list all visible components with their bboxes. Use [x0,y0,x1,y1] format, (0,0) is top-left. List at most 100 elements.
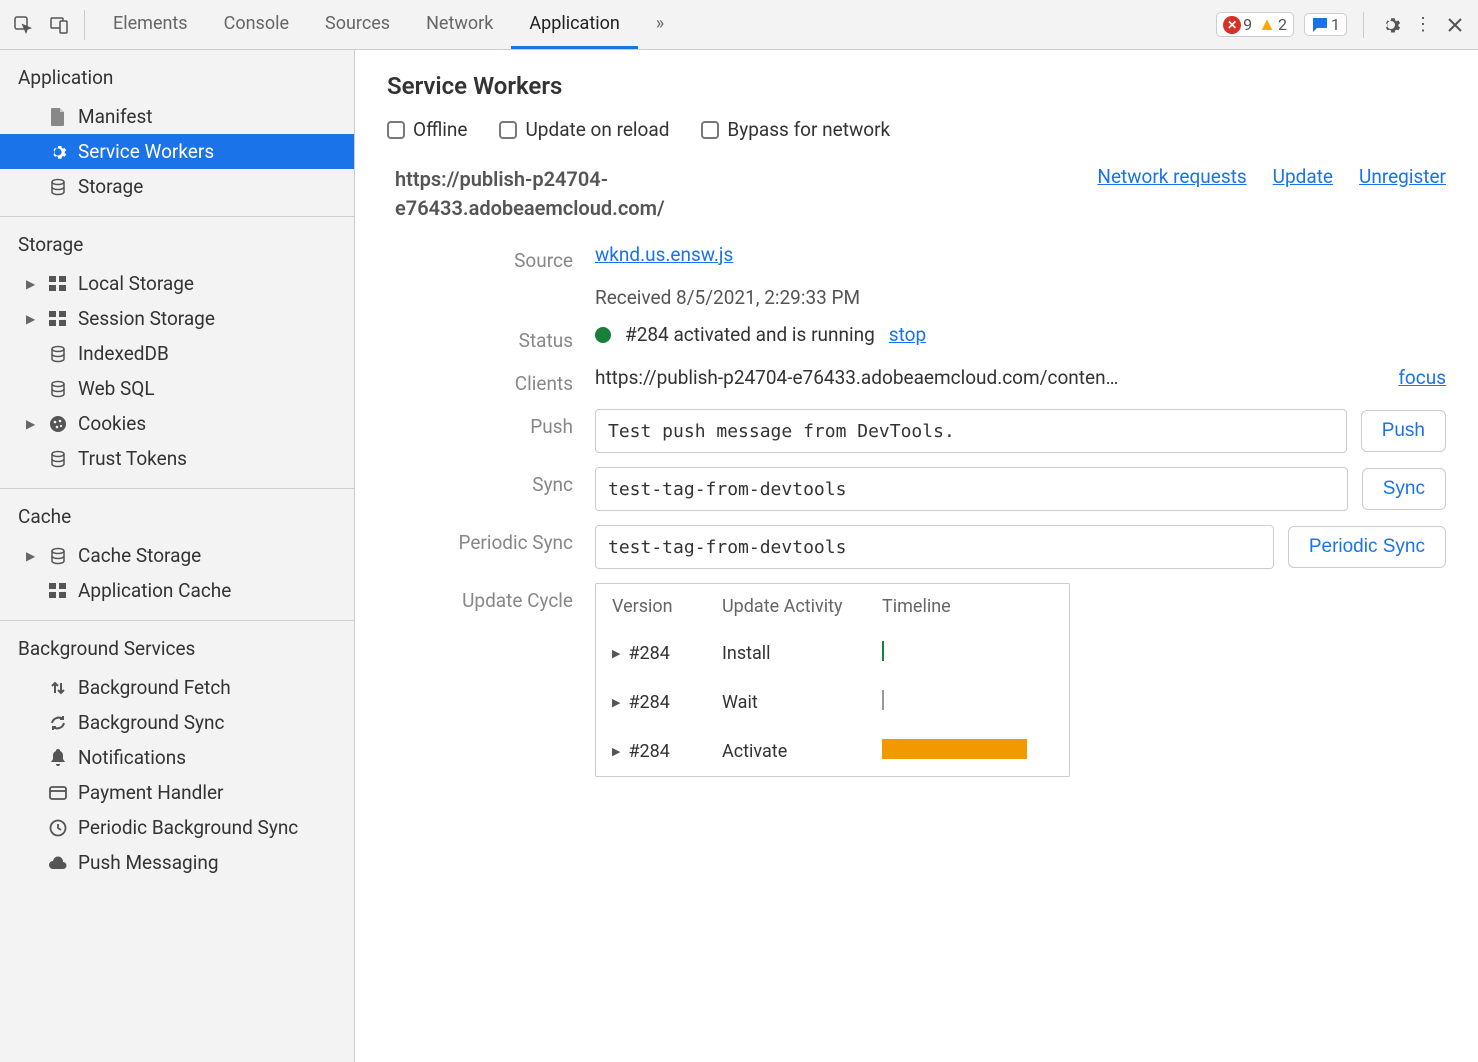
sidebar-item-storage[interactable]: Storage [0,169,354,204]
periodic-sync-button[interactable]: Periodic Sync [1288,526,1446,568]
sidebar-item-label: Notifications [78,746,186,769]
update-cycle-table: Version Update Activity Timeline ▶#284In… [595,583,1070,777]
sidebar-item-payment-handler[interactable]: Payment Handler [0,775,354,810]
checkbox-icon [701,121,719,139]
sidebar-item-session-storage[interactable]: ▶Session Storage [0,301,354,336]
update-cycle-row[interactable]: ▶#284Activate [596,727,1069,776]
expand-arrow-icon: ▶ [26,277,38,291]
timeline-bar-icon [882,739,1027,759]
focus-link[interactable]: focus [1398,366,1446,389]
message-icon [1311,16,1329,34]
update-cycle-row[interactable]: ▶#284Wait [596,678,1069,727]
sidebar-item-manifest[interactable]: Manifest [0,99,354,134]
sync-button[interactable]: Sync [1362,468,1446,510]
uc-timeline [882,690,1053,715]
stop-link[interactable]: stop [889,323,926,346]
messages-badge[interactable]: 1 [1304,13,1347,36]
sidebar-item-notifications[interactable]: Notifications [0,740,354,775]
received-timestamp: Received 8/5/2021, 2:29:33 PM [595,286,1446,309]
uc-header-timeline: Timeline [882,596,1053,617]
sidebar-item-indexeddb[interactable]: IndexedDB [0,336,354,371]
uc-header-activity: Update Activity [722,596,882,617]
uc-header-version: Version [612,596,722,617]
page-title: Service Workers [387,72,1446,100]
origin-url: https://publish-p24704-e76433.adobeaemcl… [395,165,755,223]
error-warning-badge[interactable]: ✕ 9 ▲ 2 [1216,12,1294,37]
unregister-link[interactable]: Unregister [1359,165,1446,188]
source-file-link[interactable]: wknd.us.ensw.js [595,243,733,266]
grid-icon [48,276,68,292]
sidebar-item-local-storage[interactable]: ▶ Local Storage [0,266,354,301]
periodic-sync-input[interactable] [595,525,1274,569]
sidebar-item-label: Web SQL [78,377,155,400]
expand-arrow-icon: ▶ [26,549,38,563]
checkbox-icon [499,121,517,139]
devtools-toolbar: Elements Console Sources Network Applica… [0,0,1478,50]
device-toggle-icon[interactable] [48,14,70,36]
grid-icon [48,583,68,599]
clients-label: Clients [395,366,595,395]
push-input[interactable] [595,409,1347,453]
sidebar-item-label: Manifest [78,105,153,128]
tab-network[interactable]: Network [408,0,511,49]
sidebar-item-cookies[interactable]: ▶Cookies [0,406,354,441]
tab-more-icon[interactable]: » [638,0,682,49]
sidebar-item-web-sql[interactable]: Web SQL [0,371,354,406]
expand-arrow-icon: ▶ [612,745,620,758]
sidebar-item-background-sync[interactable]: Background Sync [0,705,354,740]
uc-activity: Wait [722,692,882,713]
sidebar-item-label: Application Cache [78,579,231,602]
grid-icon [48,311,68,327]
close-icon[interactable] [1444,14,1466,36]
error-icon: ✕ [1223,16,1241,34]
sidebar-item-label: Background Sync [78,711,224,734]
bypass-network-checkbox[interactable]: Bypass for network [701,118,890,141]
sidebar-item-label: Cache Storage [78,544,201,567]
update-cycle-row[interactable]: ▶#284Install [596,629,1069,678]
sidebar-item-push-messaging[interactable]: Push Messaging [0,845,354,880]
sidebar-heading: Background Services [0,633,354,670]
sync-input[interactable] [595,467,1348,511]
sidebar-item-label: Service Workers [78,140,214,163]
uc-timeline [882,641,1053,666]
offline-label: Offline [413,118,467,141]
sidebar-item-service-workers[interactable]: Service Workers [0,134,354,169]
uc-version: #284 [628,643,669,664]
update-link[interactable]: Update [1273,165,1333,188]
expand-arrow-icon: ▶ [612,696,620,709]
sidebar-item-periodic-background-sync[interactable]: Periodic Background Sync [0,810,354,845]
inspect-icon[interactable] [12,14,34,36]
message-count: 1 [1331,15,1340,34]
offline-checkbox[interactable]: Offline [387,118,467,141]
sidebar-item-cache-storage[interactable]: ▶ Cache Storage [0,538,354,573]
tab-application[interactable]: Application [511,0,637,49]
sidebar-heading: Cache [0,501,354,538]
push-button[interactable]: Push [1361,410,1446,452]
service-workers-panel: Service Workers Offline Update on reload… [355,50,1478,1062]
status-label: Status [395,323,595,352]
network-requests-link[interactable]: Network requests [1097,165,1246,188]
db-icon [48,450,68,468]
sidebar-item-background-fetch[interactable]: Background Fetch [0,670,354,705]
sidebar-heading: Application [0,62,354,99]
settings-icon[interactable] [1380,14,1402,36]
sidebar-item-trust-tokens[interactable]: Trust Tokens [0,441,354,476]
tab-console[interactable]: Console [206,0,307,49]
error-count: 9 [1243,15,1252,34]
sidebar-item-label: Trust Tokens [78,447,187,470]
status-dot-icon [595,327,611,343]
push-label: Push [395,409,595,438]
panel-tabs: Elements Console Sources Network Applica… [95,0,682,49]
tab-sources[interactable]: Sources [307,0,408,49]
sidebar-item-label: Background Fetch [78,676,231,699]
sidebar-item-label: Local Storage [78,272,194,295]
separator [1363,12,1364,38]
more-menu-icon[interactable]: ⋮ [1412,14,1434,36]
options-row: Offline Update on reload Bypass for netw… [387,118,1446,141]
sidebar-item-application-cache[interactable]: Application Cache [0,573,354,608]
tab-elements[interactable]: Elements [95,0,206,49]
update-on-reload-checkbox[interactable]: Update on reload [499,118,669,141]
client-url: https://publish-p24704-e76433.adobeaemcl… [595,366,1118,389]
status-text: #284 activated and is running [625,323,875,346]
uc-version: #284 [628,741,669,762]
